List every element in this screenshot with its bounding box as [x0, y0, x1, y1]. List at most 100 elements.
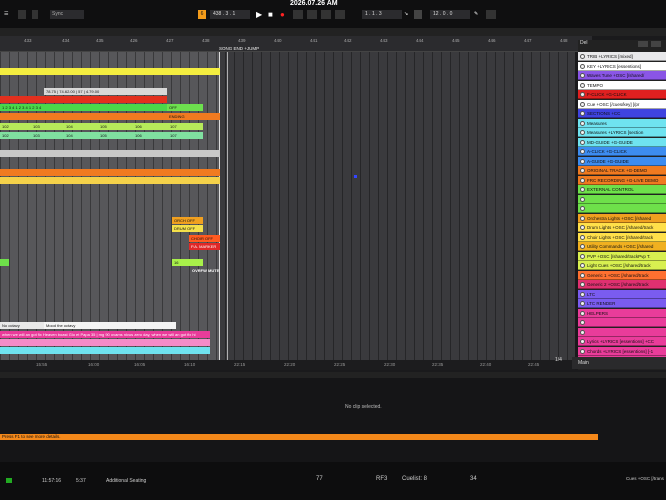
- clip-g16[interactable]: 16: [172, 259, 203, 266]
- track-header[interactable]: ORIGINAL TRACK +G-DEMO: [578, 166, 666, 175]
- song-end-locator[interactable]: SONG END +JUMP: [219, 46, 259, 51]
- track-activator-icon[interactable]: [580, 196, 585, 202]
- record-icon[interactable]: ●: [280, 10, 288, 19]
- track-activator-icon[interactable]: [580, 73, 585, 78]
- punch-in-icon[interactable]: ↘: [404, 10, 412, 19]
- clip-click-row[interactable]: [0, 96, 167, 103]
- detail-view[interactable]: No clip selected. Press F1 to see more d…: [0, 372, 666, 462]
- track-header[interactable]: [578, 318, 666, 327]
- track-activator-icon[interactable]: [580, 54, 585, 59]
- clip-ovrfw-mute[interactable]: OVRFW MUTE: [190, 267, 226, 274]
- track-activator-icon[interactable]: [580, 225, 585, 230]
- metronome-icon[interactable]: [32, 10, 38, 19]
- track-activator-icon[interactable]: [580, 120, 585, 126]
- clip-cyan-row[interactable]: [0, 347, 210, 354]
- track-header[interactable]: EXTERNAL CONTROL: [578, 185, 666, 194]
- clip-lyric-2[interactable]: Mood the octavy: [44, 322, 176, 329]
- track-activator-icon[interactable]: [580, 339, 585, 344]
- track-activator-icon[interactable]: [580, 206, 585, 211]
- stop-icon[interactable]: ■: [268, 10, 276, 19]
- track-header[interactable]: Generic 1 +OSC [/shared/track: [578, 270, 666, 280]
- keyboard-icon[interactable]: [486, 10, 496, 19]
- bar-ruler[interactable]: 433 434 435 426 427 438 439 440 441 442 …: [0, 36, 592, 52]
- clip-demo-row[interactable]: [0, 169, 220, 176]
- clip-live-demo-row[interactable]: [0, 177, 220, 184]
- clip-off[interactable]: OFF: [167, 104, 203, 111]
- track-header[interactable]: Choir Lights +OSC [/shared/track: [578, 232, 666, 242]
- track-activator-icon[interactable]: [580, 158, 585, 164]
- capture-icon[interactable]: [321, 10, 331, 19]
- clip-grey-row[interactable]: [0, 150, 220, 157]
- track-activator-icon[interactable]: [580, 348, 585, 354]
- track-header[interactable]: Measures: [578, 118, 666, 128]
- track-header[interactable]: Measures +LYRICS [section: [578, 128, 666, 137]
- time-ruler[interactable]: 15:55 16:00 16:05 16:10 22:15 22:20 22:2…: [0, 360, 575, 370]
- track-header[interactable]: KEY +LYRICS [essentions]: [578, 61, 666, 71]
- track-activator-icon[interactable]: [580, 301, 585, 306]
- track-header[interactable]: Waves Tune +OSC [/shared/: [578, 71, 666, 80]
- track-activator-icon[interactable]: [580, 320, 585, 325]
- track-header[interactable]: TRIB +LYRICS [mixed]: [578, 52, 666, 61]
- loop-length-field[interactable]: 12 . 0 . 0: [430, 10, 470, 19]
- draw-mode-icon[interactable]: ✎: [474, 10, 482, 19]
- track-header[interactable]: LTC: [578, 289, 666, 299]
- track-activator-icon[interactable]: [580, 263, 585, 268]
- overdub-icon[interactable]: [293, 10, 303, 19]
- track-header[interactable]: TEMPO: [578, 80, 666, 90]
- clip-tempo-row[interactable]: 78.75 | 74.62.00 | 57 | 4.79.00: [44, 88, 167, 95]
- track-header[interactable]: Drum Lights +OSC [/shared/track: [578, 223, 666, 232]
- track-header[interactable]: FRC RECORDING +G-LIVE DEMO: [578, 175, 666, 185]
- track-header[interactable]: Chords +LYRICS [essentions] [-1: [578, 346, 666, 356]
- clip-choir-off[interactable]: CHOIR OFF: [189, 235, 220, 242]
- clip-measures-lyrics-row[interactable]: 102 103 104 105 106 107: [0, 132, 203, 139]
- clip-orch-off[interactable]: ORCH OFF: [172, 217, 203, 224]
- track-activator-icon[interactable]: [580, 82, 585, 88]
- arrangement-position[interactable]: 438 . 3 . 1: [210, 10, 250, 19]
- track-header[interactable]: Orchestra Lights +OSC [/shared: [578, 213, 666, 223]
- clip-lyric-long[interactable]: when we will an got fix Heaven boast Glo…: [0, 331, 210, 338]
- track-header[interactable]: PVP +OSC [/shared/trackPvp T.: [578, 251, 666, 261]
- track-header[interactable]: [578, 327, 666, 337]
- settings-icon[interactable]: [651, 41, 661, 47]
- automation-icon[interactable]: [307, 10, 317, 19]
- tempo-badge[interactable]: 6: [198, 10, 206, 19]
- loop-start-field[interactable]: 1 . 1 . 3: [362, 10, 402, 19]
- track-activator-icon[interactable]: [580, 177, 585, 183]
- clip-lyric-1[interactable]: No octavy: [0, 322, 44, 329]
- track-activator-icon[interactable]: [580, 92, 585, 97]
- track-activator-icon[interactable]: [580, 111, 585, 116]
- track-activator-icon[interactable]: [580, 272, 585, 278]
- clip-pa-marker[interactable]: P.A. MARKER: [189, 243, 220, 250]
- track-header[interactable]: F-CLICK +G-CLICK: [578, 90, 666, 99]
- track-activator-icon[interactable]: [580, 282, 585, 287]
- track-activator-icon[interactable]: [580, 329, 585, 335]
- clip-green-small[interactable]: [0, 259, 9, 266]
- track-activator-icon[interactable]: [580, 168, 585, 173]
- track-activator-icon[interactable]: [580, 101, 585, 107]
- clip-measures-row[interactable]: 102 103 104 105 106 107: [0, 123, 203, 130]
- track-header[interactable]: HELPERS: [578, 308, 666, 318]
- fold-icon[interactable]: [638, 41, 648, 47]
- track-activator-icon[interactable]: [580, 310, 585, 316]
- track-header[interactable]: [578, 204, 666, 213]
- track-activator-icon[interactable]: [580, 253, 585, 259]
- track-header[interactable]: Generic 2 +OSC [/shared/track: [578, 280, 666, 289]
- arrangement-view[interactable]: 78.75 | 74.62.00 | 57 | 4.79.00 1 2 3 4 …: [0, 52, 575, 360]
- clip-yellow-band[interactable]: [0, 68, 220, 75]
- link-toggle[interactable]: [18, 10, 26, 19]
- track-header[interactable]: Light Cues +OSC [/shared/track: [578, 261, 666, 270]
- clip-ending[interactable]: ENDING: [167, 113, 203, 120]
- track-header[interactable]: Lyrics +LYRICS [essentions] +CC: [578, 337, 666, 346]
- track-activator-icon[interactable]: [580, 130, 585, 135]
- main-track[interactable]: Main: [572, 357, 666, 369]
- menu-icon[interactable]: ☰: [4, 10, 8, 19]
- track-header[interactable]: Cue +OSC [/cues/key] [/pr: [578, 99, 666, 109]
- sync-menu[interactable]: Sync: [50, 10, 84, 19]
- track-activator-icon[interactable]: [580, 139, 585, 145]
- track-header[interactable]: Utility Commands +OSC [/shared: [578, 242, 666, 251]
- track-header[interactable]: SECTIONS +CC: [578, 109, 666, 118]
- track-header[interactable]: MD-GUIDE +G-GUIDE: [578, 137, 666, 147]
- loop-icon[interactable]: [414, 10, 422, 19]
- track-activator-icon[interactable]: [580, 234, 585, 240]
- clip-beat-row[interactable]: 1 2 3 4 1 2 3 4 1 2 3 4: [0, 104, 167, 111]
